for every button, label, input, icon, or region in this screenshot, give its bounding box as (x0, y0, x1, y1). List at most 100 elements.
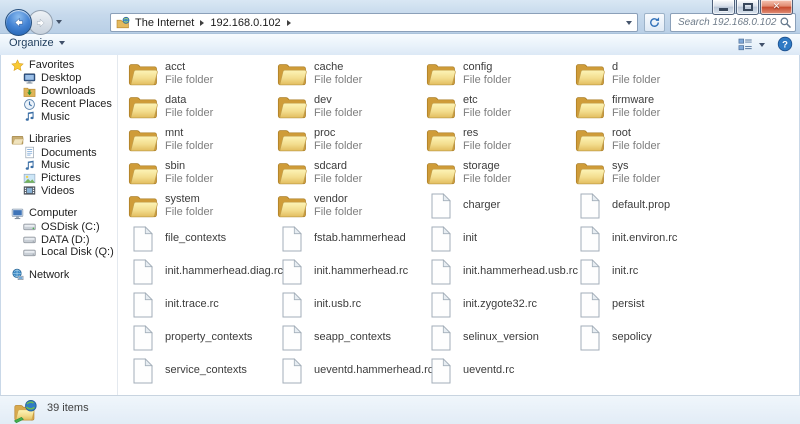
item-text: ueventd.hammerhead.rc (314, 364, 426, 377)
sidebar-item-music[interactable]: Music (2, 110, 117, 123)
folder-tile[interactable]: configFile folder (426, 57, 575, 90)
item-name: sdcard (314, 160, 362, 173)
folder-tile[interactable]: storageFile folder (426, 156, 575, 189)
sidebar-item-computer[interactable]: Computer (2, 206, 117, 220)
file-tile[interactable]: init.hammerhead.diag.rc (128, 255, 277, 288)
music-icon (23, 110, 36, 123)
sidebar-item-favorites[interactable]: Favorites (2, 58, 117, 72)
file-tile[interactable]: init.hammerhead.rc (277, 255, 426, 288)
folder-tile[interactable]: mntFile folder (128, 123, 277, 156)
sidebar-item-recent-places[interactable]: Recent Places (2, 98, 117, 111)
file-tile[interactable]: persist (575, 288, 724, 321)
folder-tile[interactable]: cacheFile folder (277, 57, 426, 90)
maximize-button[interactable] (736, 0, 759, 15)
sidebar-item-osdisk-c[interactable]: OSDisk (C:) (2, 220, 117, 233)
main-area: FavoritesDesktopDownloadsRecent PlacesMu… (0, 55, 800, 395)
file-tile[interactable]: fstab.hammerhead (277, 222, 426, 255)
file-tile[interactable]: sepolicy (575, 321, 724, 354)
folder-tile[interactable]: resFile folder (426, 123, 575, 156)
folder-tile[interactable]: dFile folder (575, 57, 724, 90)
folder-icon (277, 193, 310, 219)
file-tile[interactable]: init (426, 222, 575, 255)
item-name: dev (314, 94, 362, 107)
file-tile[interactable]: ueventd.hammerhead.rc (277, 354, 426, 387)
file-tile[interactable]: ueventd.rc (426, 354, 575, 387)
recent-pages-chevron[interactable] (56, 20, 62, 24)
breadcrumb-separator-icon[interactable] (200, 20, 204, 26)
sidebar-item-label: Videos (41, 185, 74, 197)
item-name: service_contexts (165, 364, 247, 377)
item-text: init.hammerhead.usb.rc (463, 265, 575, 278)
file-tile[interactable]: init.trace.rc (128, 288, 277, 321)
item-name: sbin (165, 160, 213, 173)
folder-icon (277, 127, 310, 153)
sidebar-item-videos[interactable]: Videos (2, 185, 117, 198)
folder-icon (575, 94, 608, 120)
file-tile[interactable]: charger (426, 189, 575, 222)
item-type-label: File folder (314, 206, 362, 219)
file-tile[interactable]: property_contexts (128, 321, 277, 354)
item-name: vendor (314, 193, 362, 206)
file-tile[interactable]: default.prop (575, 189, 724, 222)
item-type-label: File folder (612, 74, 660, 87)
sidebar-item-pictures[interactable]: Pictures (2, 172, 117, 185)
sidebar-item-local-disk-q[interactable]: Local Disk (Q:) (2, 246, 117, 259)
file-tile[interactable]: seapp_contexts (277, 321, 426, 354)
folder-tile[interactable]: acctFile folder (128, 57, 277, 90)
file-tile[interactable]: init.rc (575, 255, 724, 288)
folder-icon (426, 160, 459, 186)
help-button[interactable]: ? (777, 36, 793, 52)
folder-tile[interactable]: sysFile folder (575, 156, 724, 189)
file-tile[interactable]: init.zygote32.rc (426, 288, 575, 321)
file-tile[interactable]: service_contexts (128, 354, 277, 387)
search-box[interactable] (670, 13, 796, 32)
sidebar-item-data-d[interactable]: DATA (D:) (2, 233, 117, 246)
minimize-button[interactable] (712, 0, 735, 15)
file-tile[interactable]: file_contexts (128, 222, 277, 255)
file-tile[interactable]: init.environ.rc (575, 222, 724, 255)
address-dropdown-icon[interactable] (626, 21, 632, 25)
folder-tile[interactable]: dataFile folder (128, 90, 277, 123)
item-text: procFile folder (314, 127, 362, 153)
organize-button[interactable]: Organize (9, 37, 65, 49)
chevron-down-icon (59, 41, 65, 45)
sidebar-item-downloads[interactable]: Downloads (2, 85, 117, 98)
file-tile[interactable]: init.hammerhead.usb.rc (426, 255, 575, 288)
breadcrumb-separator-icon[interactable] (287, 20, 291, 26)
item-type-label: File folder (165, 140, 213, 153)
item-name: file_contexts (165, 232, 226, 245)
folder-tile[interactable]: devFile folder (277, 90, 426, 123)
item-text: vendorFile folder (314, 193, 362, 219)
sidebar-item-label: Computer (29, 207, 77, 219)
change-view-button[interactable] (738, 37, 765, 52)
organize-label: Organize (9, 37, 54, 49)
address-bar[interactable]: The Internet 192.168.0.102 (110, 13, 638, 32)
item-text: sdcardFile folder (314, 160, 362, 186)
file-tile[interactable]: selinux_version (426, 321, 575, 354)
sidebar-item-documents[interactable]: Documents (2, 146, 117, 159)
refresh-button[interactable] (644, 13, 665, 32)
recent-icon (23, 98, 36, 111)
sidebar-item-music[interactable]: Music (2, 159, 117, 172)
folder-tile[interactable]: etcFile folder (426, 90, 575, 123)
sidebar-item-libraries[interactable]: Libraries (2, 132, 117, 146)
folder-tile[interactable]: sbinFile folder (128, 156, 277, 189)
folder-tile[interactable]: procFile folder (277, 123, 426, 156)
item-type-label: File folder (314, 74, 362, 87)
breadcrumb-item-the-internet[interactable]: The Internet (135, 17, 194, 29)
folder-tile[interactable]: systemFile folder (128, 189, 277, 222)
folder-tile[interactable]: vendorFile folder (277, 189, 426, 222)
back-button[interactable] (5, 9, 32, 36)
close-button[interactable] (760, 0, 793, 15)
file-tile[interactable]: init.usb.rc (277, 288, 426, 321)
sidebar-item-desktop[interactable]: Desktop (2, 72, 117, 85)
file-icon (128, 292, 161, 318)
search-input[interactable] (676, 16, 779, 29)
search-icon[interactable] (779, 16, 792, 29)
folder-tile[interactable]: sdcardFile folder (277, 156, 426, 189)
sidebar-item-network[interactable]: Network (2, 268, 117, 282)
folder-tile[interactable]: firmwareFile folder (575, 90, 724, 123)
folder-icon (426, 94, 459, 120)
breadcrumb-item-host[interactable]: 192.168.0.102 (210, 17, 280, 29)
folder-tile[interactable]: rootFile folder (575, 123, 724, 156)
